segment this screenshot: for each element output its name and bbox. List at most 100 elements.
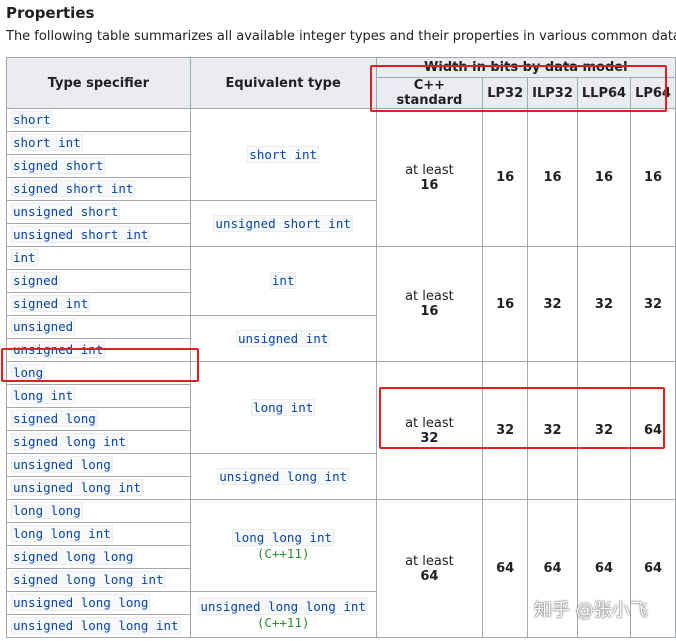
intro-text: The following table summarizes all avail…: [6, 29, 676, 44]
type-specifier-cell: unsigned long long: [6, 591, 191, 615]
subheader-llp64: LLP64: [576, 77, 632, 109]
type-specifier-cell: signed short int: [6, 177, 191, 201]
std-version-note: (C++11): [256, 615, 310, 630]
header-type-specifier: Type specifier: [6, 57, 191, 109]
header-width-in-bits: Width in bits by data model: [375, 57, 676, 78]
type-specifier-link[interactable]: signed int: [11, 295, 91, 312]
type-specifier-link[interactable]: short: [11, 111, 53, 128]
data-model-width-cell: 64: [630, 361, 676, 500]
type-specifier-link[interactable]: unsigned long long int: [11, 617, 181, 634]
type-specifier-cell: unsigned short int: [6, 223, 191, 247]
type-specifier-link[interactable]: signed long long: [11, 548, 136, 565]
type-specifier-link[interactable]: long long: [11, 502, 83, 519]
header-equivalent-type: Equivalent type: [189, 57, 377, 109]
table-row: short short int at least 16 16 16 16 16: [6, 108, 676, 247]
equivalent-type-link[interactable]: unsigned short int: [213, 214, 353, 232]
type-specifier-cell: unsigned long long int: [6, 614, 191, 638]
data-model-width-cell: 16: [630, 108, 676, 247]
type-specifier-cell: signed: [6, 269, 191, 293]
subheader-ilp32: ILP32: [527, 77, 578, 109]
equivalent-type-cell: unsigned long int: [189, 453, 377, 500]
table-row: int int at least 16 16 32 32 32: [6, 246, 676, 362]
at-least-value: 16: [420, 304, 439, 319]
section-heading: Properties: [6, 4, 95, 22]
type-specifier-link[interactable]: unsigned: [11, 318, 76, 335]
equivalent-type-cell: long long int (C++11): [189, 499, 377, 592]
cpp-standard-width-cell: at least 16: [375, 246, 484, 362]
subheader-lp32: LP32: [482, 77, 529, 109]
at-least-label: at least: [405, 162, 454, 178]
cpp-standard-width-cell: at least 16: [375, 108, 484, 247]
type-specifier-link[interactable]: unsigned long: [11, 456, 113, 473]
equivalent-type-link[interactable]: short int: [247, 145, 320, 163]
table-row: long long int at least 32 32 32 32 64: [6, 361, 676, 500]
type-specifier-link[interactable]: signed short int: [11, 180, 136, 197]
type-specifier-link[interactable]: long: [11, 364, 46, 381]
equivalent-type-cell: unsigned short int: [189, 200, 377, 247]
type-specifier-cell: signed int: [6, 292, 191, 316]
type-specifier-link[interactable]: unsigned short: [11, 203, 121, 220]
type-specifier-cell: int: [6, 246, 191, 270]
data-model-width-cell: 16: [482, 246, 529, 362]
at-least-label: at least: [405, 553, 454, 569]
data-model-width-cell: 16: [482, 108, 529, 247]
watermark: 知乎 @张小飞: [534, 600, 648, 621]
type-specifier-link[interactable]: unsigned long long: [11, 594, 151, 611]
type-specifier-cell: long long int: [6, 522, 191, 546]
equivalent-type-link[interactable]: long int: [251, 398, 316, 416]
type-specifier-cell: unsigned: [6, 315, 191, 339]
type-specifier-link[interactable]: long long int: [11, 525, 113, 542]
type-specifier-link[interactable]: signed long int: [11, 433, 128, 450]
data-model-width-cell: 32: [527, 361, 578, 500]
type-specifier-cell: unsigned long: [6, 453, 191, 477]
subheader-c-standard: C++ standard: [375, 77, 484, 109]
at-least-value: 64: [420, 568, 439, 584]
cpp-standard-width-cell: at least 32: [375, 361, 484, 500]
data-model-width-cell: 32: [576, 361, 632, 500]
type-specifier-cell: unsigned long int: [6, 476, 191, 500]
at-least-value: 32: [420, 430, 439, 446]
type-specifier-cell: unsigned short: [6, 200, 191, 224]
equivalent-type-cell: unsigned long long int (C++11): [189, 591, 377, 638]
at-least-label: at least: [405, 415, 454, 431]
type-specifier-link[interactable]: unsigned long int: [11, 479, 143, 496]
equivalent-type-link[interactable]: long long int: [232, 529, 335, 546]
type-specifier-link[interactable]: unsigned short int: [11, 226, 151, 243]
type-specifier-link[interactable]: signed: [11, 272, 61, 289]
data-model-width-cell: 32: [527, 246, 578, 362]
type-specifier-cell: short: [6, 108, 191, 132]
type-specifier-link[interactable]: int: [11, 249, 38, 266]
equivalent-type-link[interactable]: unsigned long long int: [198, 598, 368, 615]
type-specifier-link[interactable]: signed short: [11, 157, 106, 174]
type-specifier-link[interactable]: long int: [11, 387, 76, 404]
type-specifier-link[interactable]: signed long long int: [11, 571, 166, 588]
type-specifier-cell: signed long int: [6, 430, 191, 454]
data-model-width-cell: 64: [482, 499, 529, 638]
at-least-value: 16: [420, 177, 439, 193]
type-specifier-cell: long: [6, 361, 191, 385]
type-specifier-link[interactable]: unsigned int: [11, 341, 106, 358]
data-model-width-cell: 16: [576, 108, 632, 247]
data-model-width-cell: 32: [482, 361, 529, 500]
type-specifier-cell: short int: [6, 131, 191, 155]
type-specifier-cell: long int: [6, 384, 191, 408]
type-specifier-link[interactable]: short int: [11, 134, 83, 151]
table-row: long long long long int (C++11) at least 64 6…: [6, 499, 676, 638]
type-specifier-cell: signed short: [6, 154, 191, 178]
equivalent-type-cell: int: [189, 246, 377, 316]
equivalent-type-cell: short int: [189, 108, 377, 201]
type-specifier-cell: signed long long int: [6, 568, 191, 592]
at-least-label: at least: [405, 289, 454, 304]
cpp-standard-width-cell: at least 64: [375, 499, 484, 638]
equivalent-type-link[interactable]: int: [269, 272, 297, 289]
equivalent-type-link[interactable]: unsigned long int: [217, 467, 350, 485]
type-specifier-link[interactable]: signed long: [11, 410, 98, 427]
type-specifier-cell: signed long long: [6, 545, 191, 569]
subheader-lp64: LP64: [630, 77, 676, 109]
data-model-width-cell: 32: [576, 246, 632, 362]
integer-types-table: Type specifier Equivalent type Width in …: [6, 57, 676, 638]
equivalent-type-cell: unsigned int: [189, 315, 377, 362]
integer-types-table-wrap: Type specifier Equivalent type Width in …: [6, 57, 676, 638]
data-model-width-cell: 16: [527, 108, 578, 247]
equivalent-type-link[interactable]: unsigned int: [236, 329, 331, 347]
